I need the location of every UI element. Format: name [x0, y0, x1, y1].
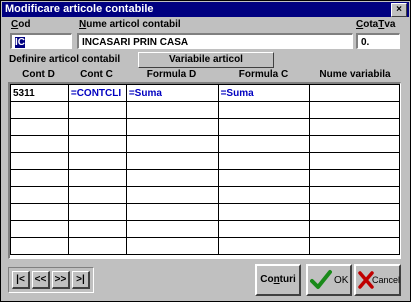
column-header-nume-variabila: Nume variabila — [319, 69, 391, 80]
first-record-button[interactable]: |< — [12, 271, 30, 289]
table-row — [10, 237, 400, 255]
cell-cont-d[interactable] — [10, 220, 69, 238]
cell-formula-d[interactable]: =Suma — [125, 84, 219, 102]
cell-formula-d[interactable] — [125, 152, 219, 170]
cell-cont-c[interactable] — [67, 237, 127, 255]
dialog-window: Modificare articole contabile × Cod Nume… — [0, 0, 411, 302]
cell-cont-c[interactable] — [67, 186, 127, 204]
title-bar[interactable]: Modificare articole contabile × — [2, 2, 409, 17]
cell-nume-variabila[interactable] — [309, 118, 400, 136]
cell-cont-d[interactable] — [10, 186, 69, 204]
grid-table: 5311 =CONTCLI =Suma =Suma — [10, 84, 400, 255]
table-row — [10, 101, 400, 119]
cell-formula-c[interactable] — [217, 220, 311, 238]
cod-label: Cod — [11, 19, 31, 30]
cell-formula-c[interactable] — [217, 135, 311, 153]
nume-label: Nume articol contabil — [79, 19, 181, 30]
table-row — [10, 186, 400, 204]
cell-cont-d[interactable] — [10, 135, 69, 153]
next-record-button[interactable]: >> — [52, 271, 70, 289]
table-row — [10, 203, 400, 221]
accounts-grid: 5311 =CONTCLI =Suma =Suma — [8, 82, 401, 259]
cell-cont-c[interactable]: =CONTCLI — [67, 84, 127, 102]
cell-cont-d[interactable] — [10, 101, 69, 119]
cell-cont-c[interactable] — [67, 135, 127, 153]
cell-formula-d[interactable] — [125, 220, 219, 238]
column-header-cont-c: Cont C — [80, 69, 113, 80]
checkmark-icon — [310, 270, 332, 289]
table-row — [10, 152, 400, 170]
cell-cont-d[interactable] — [10, 237, 69, 255]
cell-cont-d[interactable] — [10, 203, 69, 221]
cell-cont-d[interactable] — [10, 118, 69, 136]
cell-formula-c[interactable] — [217, 203, 311, 221]
last-record-button[interactable]: >| — [72, 271, 90, 289]
cell-nume-variabila[interactable] — [309, 169, 400, 187]
cell-formula-c[interactable]: =Suma — [217, 84, 311, 102]
cell-formula-c[interactable] — [217, 152, 311, 170]
cell-formula-d[interactable] — [125, 135, 219, 153]
cell-nume-variabila[interactable] — [309, 203, 400, 221]
cell-cont-c[interactable] — [67, 152, 127, 170]
cell-nume-variabila[interactable] — [309, 84, 400, 102]
cell-formula-d[interactable] — [125, 169, 219, 187]
column-header-formula-c: Formula C — [238, 69, 289, 80]
cell-cont-c[interactable] — [67, 118, 127, 136]
cell-nume-variabila[interactable] — [309, 152, 400, 170]
table-row — [10, 169, 400, 187]
cell-cont-d[interactable]: 5311 — [10, 84, 69, 102]
cell-nume-variabila[interactable] — [309, 220, 400, 238]
previous-record-button[interactable]: << — [32, 271, 50, 289]
cell-cont-d[interactable] — [10, 152, 69, 170]
cell-formula-c[interactable] — [217, 237, 311, 255]
cell-nume-variabila[interactable] — [309, 237, 400, 255]
cell-formula-d[interactable] — [125, 118, 219, 136]
cell-formula-c[interactable] — [217, 101, 311, 119]
ok-button[interactable]: OK — [306, 264, 352, 296]
cell-formula-c[interactable] — [217, 169, 311, 187]
cota-tva-input[interactable]: 0. — [356, 33, 400, 49]
column-header-cont-d: Cont D — [22, 69, 55, 80]
table-row — [10, 135, 400, 153]
ok-label: OK — [334, 275, 349, 286]
close-button[interactable]: × — [391, 3, 407, 17]
cell-nume-variabila[interactable] — [309, 135, 400, 153]
cota-tva-label: CotaTva — [356, 19, 396, 30]
cancel-label: Cancel — [372, 275, 401, 285]
conturi-button[interactable]: Conturi — [255, 264, 301, 296]
definire-articol-label: Definire articol contabil — [9, 54, 121, 65]
cell-formula-d[interactable] — [125, 186, 219, 204]
cell-nume-variabila[interactable] — [309, 101, 400, 119]
cell-cont-c[interactable] — [67, 220, 127, 238]
cancel-button[interactable]: Cancel — [354, 264, 401, 296]
table-row — [10, 220, 400, 238]
cod-input[interactable]: IC — [10, 33, 72, 49]
cell-formula-d[interactable] — [125, 203, 219, 221]
record-navigation: |< << >> >| — [8, 267, 94, 293]
cell-formula-d[interactable] — [125, 237, 219, 255]
column-header-formula-d: Formula D — [146, 69, 197, 80]
cell-nume-variabila[interactable] — [309, 186, 400, 204]
table-row — [10, 118, 400, 136]
cell-cont-d[interactable] — [10, 169, 69, 187]
cell-formula-c[interactable] — [217, 118, 311, 136]
cell-formula-d[interactable] — [125, 101, 219, 119]
table-row: 5311 =CONTCLI =Suma =Suma — [10, 84, 400, 102]
window-title: Modificare articole contabile — [5, 3, 154, 15]
cell-formula-c[interactable] — [217, 186, 311, 204]
cell-cont-c[interactable] — [67, 169, 127, 187]
cell-cont-c[interactable] — [67, 101, 127, 119]
cell-cont-c[interactable] — [67, 203, 127, 221]
variabile-articol-button[interactable]: Variabile articol — [138, 52, 274, 68]
nume-articol-input[interactable]: INCASARI PRIN CASA — [77, 33, 353, 49]
